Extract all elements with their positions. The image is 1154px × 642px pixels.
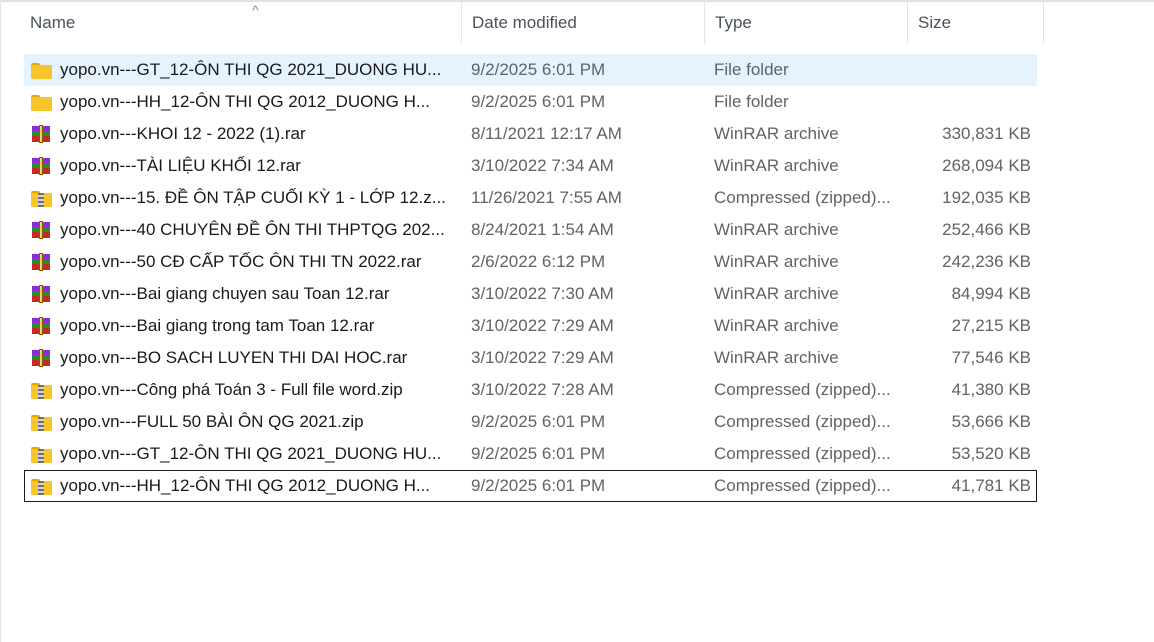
file-size: 268,094 KB (942, 156, 1031, 175)
file-name: yopo.vn---HH_12-ÔN THI QG 2012_DUONG H..… (60, 92, 431, 111)
file-size: 192,035 KB (942, 188, 1031, 207)
zip-icon (30, 380, 52, 400)
file-date-modified: 3/10/2022 7:29 AM (471, 316, 614, 335)
file-type: WinRAR archive (714, 220, 839, 239)
file-name: yopo.vn---HH_12-ÔN THI QG 2012_DUONG H..… (60, 476, 431, 495)
file-row[interactable]: yopo.vn---FULL 50 BÀI ÔN QG 2021.zip 9/2/… (24, 406, 1037, 438)
file-type: WinRAR archive (714, 252, 839, 271)
file-date-modified: 9/2/2025 6:01 PM (471, 476, 606, 495)
file-row[interactable]: yopo.vn---GT_12-ÔN THI QG 2021_DUONG HU.… (24, 438, 1037, 470)
zip-icon (30, 476, 52, 496)
file-type: Compressed (zipped)... (714, 444, 891, 463)
file-type: WinRAR archive (714, 124, 839, 143)
file-size: 41,380 KB (951, 380, 1031, 399)
file-type: File folder (714, 60, 789, 79)
file-size (904, 86, 1031, 118)
rar-icon (30, 124, 52, 144)
file-size: 84,994 KB (951, 284, 1031, 303)
file-name: yopo.vn---BO SACH LUYEN THI DAI HOC.rar (60, 348, 408, 367)
column-header-size-label: Size (918, 13, 952, 32)
file-name: yopo.vn---GT_12-ÔN THI QG 2021_DUONG HU.… (60, 60, 442, 79)
file-row[interactable]: yopo.vn---TÀI LIỆU KHỐI 12.rar 3/10/2022 … (24, 150, 1037, 182)
file-date-modified: 9/2/2025 6:01 PM (471, 92, 606, 111)
file-row[interactable]: yopo.vn---40 CHUYÊN ĐỀ ÔN THI THPTQG 202… (24, 214, 1037, 246)
column-header-bar: Name ^ Date modified Type Size (0, 2, 1044, 44)
file-name: yopo.vn---GT_12-ÔN THI QG 2021_DUONG HU.… (60, 444, 442, 463)
file-row[interactable]: yopo.vn---15. ĐỀ ÔN TẬP CUỐI KỲ 1 - LỚP … (24, 182, 1037, 214)
column-header-date-label: Date modified (472, 13, 577, 32)
file-date-modified: 9/2/2025 6:01 PM (471, 60, 606, 79)
file-type: Compressed (zipped)... (714, 188, 891, 207)
file-type: WinRAR archive (714, 316, 839, 335)
file-type: Compressed (zipped)... (714, 412, 891, 431)
file-name: yopo.vn---FULL 50 BÀI ÔN QG 2021.zip (60, 412, 364, 431)
left-border (0, 0, 1, 642)
file-row[interactable]: yopo.vn---GT_12-ÔN THI QG 2021_DUONG HU.… (24, 54, 1037, 86)
file-list: yopo.vn---GT_12-ÔN THI QG 2021_DUONG HU.… (24, 54, 1037, 502)
column-header-size[interactable]: Size (908, 2, 1044, 44)
file-type: Compressed (zipped)... (714, 380, 891, 399)
folder-icon (30, 60, 52, 80)
file-row[interactable]: yopo.vn---Công phá Toán 3 - Full file wo… (24, 374, 1037, 406)
file-name: yopo.vn---Bai giang chuyen sau Toan 12.r… (60, 284, 390, 303)
column-header-type-label: Type (715, 13, 752, 32)
file-name: yopo.vn---KHOI 12 - 2022 (1).rar (60, 124, 306, 143)
file-date-modified: 2/6/2022 6:12 PM (471, 252, 606, 271)
file-name: yopo.vn---50 CĐ CẤP TỐC ÔN THI TN 2022.r… (60, 252, 422, 271)
file-size: 41,781 KB (951, 476, 1031, 495)
file-type: File folder (714, 92, 789, 111)
column-header-date[interactable]: Date modified (462, 2, 705, 44)
column-header-name-label: Name (30, 13, 76, 32)
file-name: yopo.vn---Công phá Toán 3 - Full file wo… (60, 380, 403, 399)
file-row[interactable]: yopo.vn---Bai giang trong tam Toan 12.ra… (24, 310, 1037, 342)
zip-icon (30, 188, 52, 208)
rar-icon (30, 316, 52, 336)
file-date-modified: 11/26/2021 7:55 AM (471, 188, 622, 207)
file-date-modified: 3/10/2022 7:34 AM (471, 156, 614, 175)
file-type: Compressed (zipped)... (714, 476, 891, 495)
column-header-name[interactable]: Name ^ (20, 2, 462, 44)
file-date-modified: 8/24/2021 1:54 AM (471, 220, 614, 239)
file-name: yopo.vn---TÀI LIỆU KHỐI 12.rar (60, 156, 301, 175)
file-row[interactable]: yopo.vn---Bai giang chuyen sau Toan 12.r… (24, 278, 1037, 310)
file-name: yopo.vn---Bai giang trong tam Toan 12.ra… (60, 316, 375, 335)
file-size (904, 54, 1031, 86)
file-size: 27,215 KB (951, 316, 1031, 335)
file-size: 53,520 KB (951, 444, 1031, 463)
file-date-modified: 8/11/2021 12:17 AM (471, 124, 622, 143)
file-size: 77,546 KB (951, 348, 1031, 367)
file-row[interactable]: yopo.vn---BO SACH LUYEN THI DAI HOC.rar 3… (24, 342, 1037, 374)
file-date-modified: 3/10/2022 7:29 AM (471, 348, 614, 367)
file-date-modified: 3/10/2022 7:28 AM (471, 380, 614, 399)
file-row[interactable]: yopo.vn---HH_12-ÔN THI QG 2012_DUONG H..… (24, 86, 1037, 118)
file-size: 53,666 KB (951, 412, 1031, 431)
rar-icon (30, 284, 52, 304)
file-name: yopo.vn---15. ĐỀ ÔN TẬP CUỐI KỲ 1 - LỚP … (60, 188, 446, 207)
file-row[interactable]: yopo.vn---HH_12-ÔN THI QG 2012_DUONG H..… (24, 470, 1037, 502)
rar-icon (30, 156, 52, 176)
folder-icon (30, 92, 52, 112)
file-date-modified: 9/2/2025 6:01 PM (471, 444, 606, 463)
file-row[interactable]: yopo.vn---KHOI 12 - 2022 (1).rar 8/11/202… (24, 118, 1037, 150)
file-type: WinRAR archive (714, 156, 839, 175)
zip-icon (30, 444, 52, 464)
file-date-modified: 9/2/2025 6:01 PM (471, 412, 606, 431)
file-size: 242,236 KB (942, 252, 1031, 271)
file-size: 330,831 KB (942, 124, 1031, 143)
column-header-type[interactable]: Type (705, 2, 908, 44)
rar-icon (30, 348, 52, 368)
rar-icon (30, 220, 52, 240)
file-date-modified: 3/10/2022 7:30 AM (471, 284, 614, 303)
file-type: WinRAR archive (714, 348, 839, 367)
file-name: yopo.vn---40 CHUYÊN ĐỀ ÔN THI THPTQG 202… (60, 220, 445, 239)
zip-icon (30, 412, 52, 432)
file-type: WinRAR archive (714, 284, 839, 303)
file-row[interactable]: yopo.vn---50 CĐ CẤP TỐC ÔN THI TN 2022.r… (24, 246, 1037, 278)
file-size: 252,466 KB (942, 220, 1031, 239)
sort-ascending-icon: ^ (252, 2, 259, 18)
rar-icon (30, 252, 52, 272)
